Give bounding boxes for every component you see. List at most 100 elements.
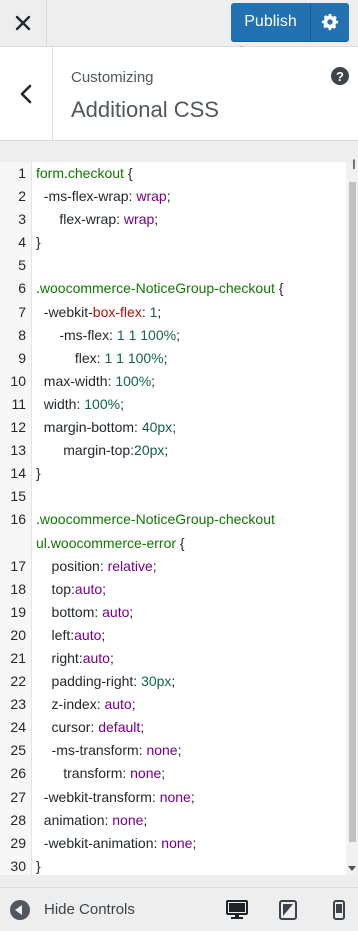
code-token: ; — [192, 834, 197, 851]
code-token: ; — [151, 372, 156, 389]
code-text: } — [36, 462, 41, 485]
line-number: 13 — [10, 442, 26, 459]
code-token: flex: — [36, 349, 105, 366]
publish-button[interactable]: Publish — [231, 3, 311, 41]
code-text: max-width: 100%; — [36, 370, 155, 393]
code-line[interactable]: 26 transform: none; — [0, 762, 346, 785]
code-token: relative — [107, 557, 153, 574]
line-number: 6 — [18, 280, 26, 297]
line-number: 17 — [10, 557, 26, 574]
code-token: ; — [163, 349, 168, 366]
code-token: woocommerce-error — [50, 534, 177, 551]
code-content[interactable]: 1 form.checkout {2 -ms-flex-wrap: wrap; 3 … — [0, 162, 346, 875]
code-text: -ms-flex-wrap: wrap; — [36, 185, 171, 208]
code-line[interactable]: 12 margin-bottom: 40px; — [0, 416, 346, 439]
code-line[interactable]: 11 width: 100%; — [0, 393, 346, 416]
code-line[interactable]: 29 -webkit-animation: none; — [0, 832, 346, 855]
code-text: form.checkout { — [36, 162, 133, 185]
code-line[interactable]: 19 bottom: auto; — [0, 601, 346, 624]
code-token: ; — [143, 811, 148, 828]
publish-settings-button[interactable] — [311, 3, 349, 41]
line-number: 22 — [10, 673, 26, 690]
line-number: 23 — [10, 696, 26, 713]
code-token: auto — [104, 696, 132, 713]
line-number: 15 — [10, 488, 26, 505]
code-line[interactable]: 18 top:auto; — [0, 578, 346, 601]
desktop-icon — [226, 900, 248, 919]
code-text: z-index: auto; — [36, 693, 136, 716]
hide-controls-label: Hide Controls — [44, 901, 135, 918]
line-number: 10 — [10, 372, 26, 389]
code-line[interactable]: 24 cursor: default; — [0, 716, 346, 739]
code-line[interactable]: 21 right:auto; — [0, 647, 346, 670]
code-token: none — [112, 811, 144, 828]
code-line[interactable]: 13 margin-top:20px; — [0, 439, 346, 462]
code-line[interactable]: 4} — [0, 231, 346, 254]
code-line[interactable]: 3 flex-wrap: wrap; — [0, 208, 346, 231]
code-token: 20px — [134, 442, 165, 459]
code-token: 1 1 100% — [116, 326, 177, 343]
code-token: ; — [152, 557, 157, 574]
code-token: ; — [154, 211, 159, 228]
close-button[interactable] — [0, 0, 47, 46]
code-line[interactable]: 17 position: relative; — [0, 555, 346, 578]
code-token: box-flex — [92, 303, 142, 320]
preview-tablet-button[interactable] — [279, 900, 297, 920]
editor-scrollbar[interactable] — [346, 162, 358, 875]
code-text: position: relative; — [36, 555, 157, 578]
line-number: 7 — [18, 303, 26, 320]
customizing-label: Customizing — [71, 69, 154, 86]
code-line[interactable]: 5 — [0, 254, 346, 277]
help-icon[interactable]: ? — [331, 67, 349, 85]
preview-mobile-button[interactable] — [333, 900, 345, 920]
code-line[interactable]: 16 .woocommerce-NoticeGroup-checkout — [0, 508, 346, 531]
code-token: -ms-transform: — [36, 742, 147, 759]
code-token: ; — [164, 442, 169, 459]
code-token: none — [159, 788, 191, 805]
line-number: 8 — [18, 326, 26, 343]
code-line[interactable]: 10 max-width: 100%; — [0, 370, 346, 393]
code-line[interactable]: 27 -webkit-transform: none; — [0, 786, 346, 809]
code-text: ul.woocommerce-error { — [36, 532, 185, 555]
css-code-editor[interactable]: 1 form.checkout {2 -ms-flex-wrap: wrap; 3 … — [0, 162, 346, 875]
code-token: -webkit-transform: — [36, 788, 160, 805]
code-line[interactable]: 7 -webkit-box-flex: 1; — [0, 301, 346, 324]
line-number: 25 — [10, 742, 26, 759]
code-line[interactable]: 9 flex: 1 1 100%; — [0, 347, 346, 370]
code-line[interactable]: 15 — [0, 485, 346, 508]
code-line[interactable]: 23 z-index: auto; — [0, 693, 346, 716]
code-line[interactable]: 25 -ms-transform: none; — [0, 739, 346, 762]
code-token: margin-top: — [36, 442, 135, 459]
code-line[interactable]: 28 animation: none; — [0, 809, 346, 832]
code-line[interactable]: 30} — [0, 855, 346, 875]
code-token: transform: — [36, 765, 131, 782]
code-line[interactable]: 6 .woocommerce-NoticeGroup-checkout { — [0, 277, 346, 300]
code-line[interactable]: 1 form.checkout { — [0, 162, 346, 185]
code-line[interactable]: 8 -ms-flex: 1 1 100%; — [0, 324, 346, 347]
code-line[interactable]: 22 padding-right: 30px; — [0, 670, 346, 693]
line-number: 3 — [18, 211, 26, 228]
line-number: 16 — [10, 511, 26, 528]
hide-controls-button[interactable]: Hide Controls — [10, 888, 135, 931]
code-token: ; — [176, 326, 180, 343]
code-line[interactable]: 20 left:auto; — [0, 624, 346, 647]
code-text: padding-right: 30px; — [36, 670, 176, 693]
line-number: 29 — [10, 834, 26, 851]
code-token: top: — [36, 580, 75, 597]
code-line[interactable]: ul.woocommerce-error { — [0, 532, 346, 555]
code-token: bottom: — [36, 603, 103, 620]
code-token: } — [36, 465, 41, 482]
code-token: z-index: — [36, 696, 105, 713]
back-button[interactable] — [0, 47, 53, 140]
code-token: ; — [140, 719, 145, 736]
code-token: ; — [166, 188, 171, 205]
code-token: auto — [74, 626, 102, 643]
scrollbar-thumb[interactable] — [349, 182, 356, 842]
code-line[interactable]: 2 -ms-flex-wrap: wrap; — [0, 185, 346, 208]
code-token: none — [161, 834, 193, 851]
code-token: padding-right: — [36, 673, 142, 690]
scroll-down-arrow-icon[interactable] — [348, 866, 356, 871]
code-token: woocommerce-NoticeGroup-checkout — [39, 511, 275, 528]
code-line[interactable]: 14} — [0, 462, 346, 485]
preview-desktop-button[interactable] — [226, 900, 248, 920]
